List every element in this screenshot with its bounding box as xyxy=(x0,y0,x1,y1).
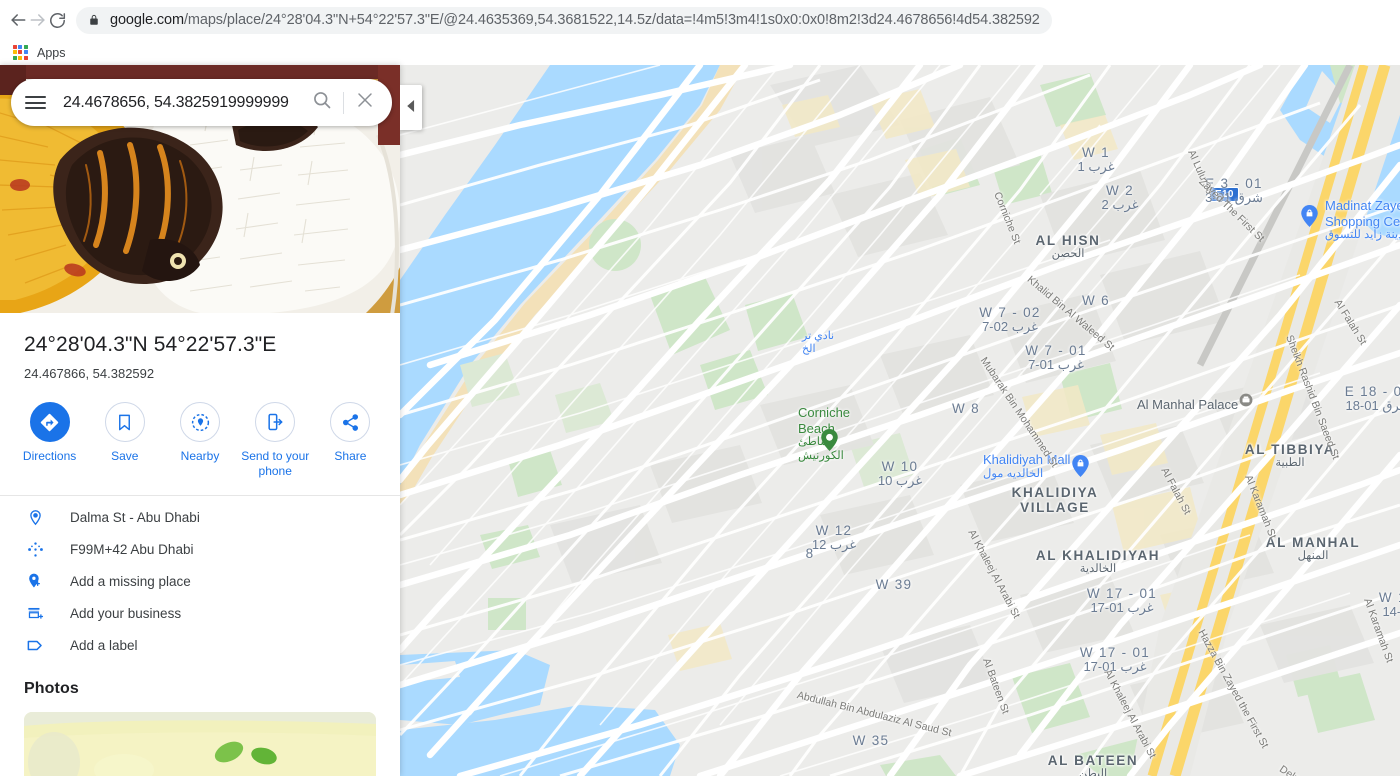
forward-arrow-icon xyxy=(28,10,48,30)
directions-icon xyxy=(29,402,70,442)
place-details-panel: 24°28'04.3"N 54°22'57.3"E 24.467866, 54.… xyxy=(0,65,400,776)
directions-button[interactable]: Directions xyxy=(12,402,87,464)
page-title: 24°28'04.3"N 54°22'57.3"E xyxy=(24,333,277,356)
location-pin-icon xyxy=(24,509,46,526)
nearby-label: Nearby xyxy=(180,449,220,463)
forward-button[interactable] xyxy=(28,3,48,37)
bookmark-icon xyxy=(104,402,145,442)
share-icon xyxy=(330,402,371,442)
place-info-list: Dalma St - Abu Dhabi F99M+42 Abu Dhabi A… xyxy=(0,496,400,662)
browser-nav-row: google.com/maps/place/24°28'04.3"N+54°22… xyxy=(0,0,1400,40)
back-button[interactable] xyxy=(8,3,28,37)
place-coordinates: 24.467866, 54.382592 xyxy=(24,366,155,381)
search-icon xyxy=(312,90,332,115)
list-item-label: Dalma St - Abu Dhabi xyxy=(70,510,200,526)
share-label: Share xyxy=(334,449,367,463)
address-bar-path: /maps/place/24°28'04.3"N+54°22'57.3"E/@2… xyxy=(183,12,1040,28)
close-icon xyxy=(356,91,374,114)
nearby-button[interactable]: Nearby xyxy=(162,402,237,464)
clear-search-button[interactable] xyxy=(344,82,386,124)
list-item-label: Add a label xyxy=(70,638,138,654)
collapse-panel-button[interactable] xyxy=(400,85,422,130)
save-button[interactable]: Save xyxy=(87,402,162,464)
list-item[interactable]: Dalma St - Abu Dhabi xyxy=(0,502,400,534)
back-arrow-icon xyxy=(8,10,28,30)
send-to-phone-icon xyxy=(255,402,296,442)
add-place-icon xyxy=(24,572,46,591)
place-actions: Directions Save Nearby Send to your phon… xyxy=(0,381,400,479)
directions-label: Directions xyxy=(22,449,77,463)
apps-grid-icon xyxy=(13,45,28,60)
search-actions xyxy=(301,82,392,124)
list-item-label: F99M+42 Abu Dhabi xyxy=(70,542,194,558)
label-tag-icon xyxy=(24,636,46,655)
add-business-icon xyxy=(24,604,46,623)
bookmarks-bar: Apps xyxy=(0,40,1400,65)
list-item[interactable]: F99M+42 Abu Dhabi xyxy=(0,534,400,566)
map-search-bar[interactable] xyxy=(11,79,392,126)
apps-bookmark-label: Apps xyxy=(37,45,66,60)
list-item-label: Add your business xyxy=(70,606,182,622)
list-item[interactable]: Add a label xyxy=(0,630,400,662)
photo-thumbnail-image xyxy=(24,711,376,776)
place-hero-photo[interactable] xyxy=(0,65,400,313)
collapse-panel-arrow-icon xyxy=(406,99,416,117)
address-bar-url: google.com/maps/place/24°28'04.3"N+54°22… xyxy=(110,12,1040,28)
send-to-phone-button[interactable]: Send to your phone xyxy=(238,402,313,479)
reload-button[interactable] xyxy=(48,3,67,37)
map-basemap xyxy=(400,65,1400,776)
share-button[interactable]: Share xyxy=(313,402,388,464)
lock-icon xyxy=(88,13,100,27)
photo-thumbnail[interactable] xyxy=(24,711,376,776)
photos-heading: Photos xyxy=(24,679,79,697)
reload-icon xyxy=(48,11,67,30)
plus-code-icon xyxy=(24,540,46,559)
hamburger-menu-icon[interactable] xyxy=(11,93,59,112)
search-button[interactable] xyxy=(301,82,343,124)
save-label: Save xyxy=(111,449,139,463)
apps-bookmark[interactable]: Apps xyxy=(13,45,66,60)
place-header: 24°28'04.3"N 54°22'57.3"E 24.467866, 54.… xyxy=(0,313,400,381)
list-item-label: Add a missing place xyxy=(70,574,191,590)
list-item[interactable]: Add a missing place xyxy=(0,566,400,598)
list-item[interactable]: Add your business xyxy=(0,598,400,630)
send-to-phone-label: Send to your phone xyxy=(241,449,310,478)
browser-chrome: google.com/maps/place/24°28'04.3"N+54°22… xyxy=(0,0,1400,65)
search-input[interactable] xyxy=(59,93,301,112)
nearby-icon xyxy=(180,402,220,442)
address-bar[interactable]: google.com/maps/place/24°28'04.3"N+54°22… xyxy=(76,6,1052,34)
highway-shield-e10: E10 xyxy=(1210,187,1239,202)
map-canvas[interactable]: E10 AL HISN الحصن AL TIBBIYA الطبية AL M… xyxy=(400,65,1400,776)
address-bar-host: google.com xyxy=(110,12,184,28)
